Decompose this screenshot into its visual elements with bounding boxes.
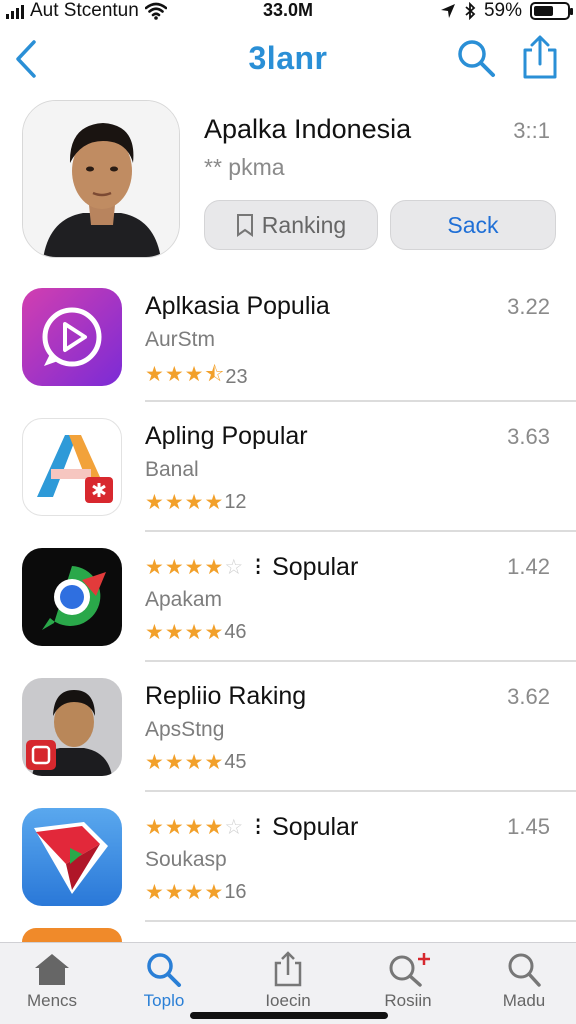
star-rating: ★★★★ — [145, 881, 225, 904]
letter-a-icon — [22, 418, 122, 516]
ranking-label: Ranking — [261, 211, 347, 238]
star-rating: ★★★★☆ — [145, 555, 245, 579]
nav-bar: 3lanr — [0, 30, 576, 90]
tab-ioecin[interactable]: Ioecin — [238, 951, 338, 1021]
tab-label: Toplo — [143, 991, 185, 1010]
search-icon — [147, 953, 181, 987]
search-icon[interactable] — [456, 38, 496, 78]
sack-label: Sack — [447, 211, 499, 238]
battery-icon — [530, 2, 573, 20]
search-plus-icon — [389, 953, 430, 987]
app-rating: ★★★⯪ 23 — [145, 360, 248, 395]
star-rating: ★★★★ — [145, 751, 225, 774]
app-list: Aplkasia Populia 3.22 AurStm ★★★⯪ 23 Apl… — [0, 272, 576, 922]
rating-count: 45 — [224, 751, 247, 773]
rating-count: 16 — [224, 881, 247, 903]
app-title: Sopular — [272, 552, 359, 581]
tab-label: Rosiin — [384, 991, 432, 1010]
app-number: 3.22 — [507, 294, 550, 319]
app-rating: ★★★★ 12 — [145, 490, 247, 515]
list-item[interactable]: ★★★★☆ ⁝ Sopular 1.45 Soukasp ★★★★ 16 — [0, 792, 576, 922]
app-rating: ★★★★ 45 — [145, 750, 247, 775]
status-right: 59% — [440, 0, 573, 22]
compass-chat-icon — [22, 548, 122, 646]
app-number: 3.62 — [507, 684, 550, 709]
star-rating: ★★★★☆ — [145, 815, 245, 839]
header-title: Apalka Indonesia — [204, 114, 412, 144]
star-rating: ★★★⯪ — [145, 363, 226, 386]
home-indicator[interactable] — [190, 1012, 388, 1019]
avatar — [22, 100, 180, 258]
list-item[interactable]: Apling Popular 3.63 Banal ★★★★ 12 — [0, 402, 576, 532]
header-number: 3::1 — [513, 118, 550, 143]
bookmark-icon — [236, 214, 253, 237]
ranking-button[interactable]: Ranking — [204, 200, 378, 250]
app-subtitle: Banal — [145, 458, 199, 481]
app-number: 3.63 — [507, 424, 550, 449]
bluetooth-icon — [465, 2, 476, 20]
rating-count: 46 — [224, 621, 247, 643]
rating-count: 12 — [224, 491, 247, 513]
star-rating: ★★★★ — [145, 621, 225, 644]
search-icon — [508, 953, 541, 987]
list-item[interactable]: Repliio Raking 3.62 ApsStng ★★★★ 45 — [0, 662, 576, 792]
app-rating: ★★★★ 46 — [145, 620, 247, 645]
tab-mencs[interactable]: Mencs — [2, 951, 102, 1021]
tab-rosiin[interactable]: Rosiin — [358, 951, 458, 1021]
app-title-row: ★★★★☆ ⁝ Sopular — [145, 552, 359, 582]
app-subtitle: ApsStng — [145, 718, 225, 741]
tab-label: Ioecin — [265, 991, 311, 1010]
status-bar: Aut Stcentun 33.0M 59% — [0, 0, 576, 24]
location-arrow-icon — [440, 4, 455, 18]
app-subtitle: Soukasp — [145, 848, 227, 871]
battery-fill — [534, 6, 553, 16]
app-number: 1.42 — [507, 554, 550, 579]
app-title: Apling Popular — [145, 422, 308, 450]
app-rating: ★★★★ 16 — [145, 880, 247, 905]
play-circle-icon — [22, 288, 122, 386]
sack-button[interactable]: Sack — [390, 200, 556, 250]
app-title: Repliio Raking — [145, 682, 307, 710]
tab-toplo[interactable]: Toplo — [114, 951, 214, 1021]
app-number: 1.45 — [507, 814, 550, 839]
rating-count: 23 — [225, 366, 248, 388]
divider — [145, 920, 576, 922]
list-item[interactable]: ★★★★☆ ⁝ Sopular 1.42 Apakam ★★★★ 46 — [0, 532, 576, 662]
app-subtitle: AurStm — [145, 328, 216, 351]
person-photo-icon — [22, 678, 122, 776]
share-icon[interactable] — [520, 34, 560, 80]
featured-header: Apalka Indonesia 3::1 ** pkma Ranking Sa… — [0, 100, 576, 262]
battery-percent: 59% — [483, 0, 522, 21]
tab-label: Mencs — [26, 991, 78, 1010]
star-rating: ★★★★ — [145, 491, 225, 514]
header-subtitle: ** pkma — [204, 154, 285, 180]
app-title-row: ★★★★☆ ⁝ Sopular — [145, 812, 359, 842]
app-title: Aplkasia Populia — [145, 292, 330, 320]
home-icon — [35, 954, 69, 985]
tab-madu[interactable]: Madu — [474, 951, 574, 1021]
share-icon — [274, 951, 302, 987]
app-subtitle: Apakam — [145, 588, 223, 611]
red-check-icon — [22, 808, 122, 906]
list-item[interactable]: Aplkasia Populia 3.22 AurStm ★★★⯪ 23 — [0, 272, 576, 402]
app-title: Sopular — [272, 812, 359, 841]
tab-label: Madu — [502, 991, 546, 1010]
